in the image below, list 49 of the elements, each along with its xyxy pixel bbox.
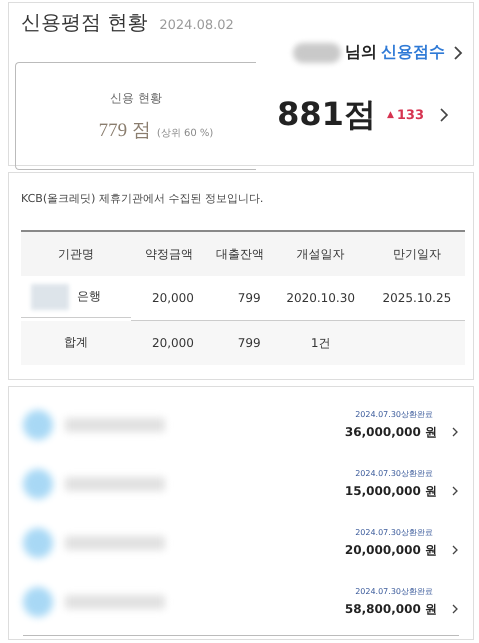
summary-score: 779 점 <box>98 118 151 142</box>
table-cell: 20,000 <box>152 291 194 305</box>
table-cell: 은행 <box>77 288 101 305</box>
blurred-avatar <box>23 528 53 558</box>
repayment-status: 2024.07.30상환완료 <box>355 408 433 420</box>
column-header: 기관명 <box>21 231 132 276</box>
table-cell: 2025.10.25 <box>382 291 452 305</box>
chevron-icon <box>451 485 459 497</box>
credit-score: 881점 <box>277 94 376 135</box>
total-cell: 1건 <box>310 336 330 350</box>
repayment-amount: 58,800,000 원 <box>344 600 437 618</box>
repayment-item[interactable]: 2024.07.30상환완료 36,000,000 원 <box>23 395 459 454</box>
date-label: 2024.08.02 <box>159 18 234 33</box>
column-header: 만기일자 <box>368 231 465 276</box>
summary-label: 신용 현황 <box>110 90 162 106</box>
column-header: 개설일자 <box>272 231 369 276</box>
repayment-status: 2024.07.30상환완료 <box>355 586 433 596</box>
total-cell: 799 <box>238 336 261 350</box>
credit-score-link[interactable]: 신용점수 <box>381 42 445 63</box>
chevron-icon[interactable] <box>439 107 449 123</box>
total-cell: 20,000 <box>152 336 194 350</box>
total-cell: 합계 <box>64 335 88 350</box>
table-cell: 799 <box>238 291 261 305</box>
blurred-avatar <box>23 586 53 616</box>
section-title: 신용평점 현황 <box>21 9 148 36</box>
blurred-avatar <box>23 468 53 498</box>
change-arrow: ▲ <box>386 110 394 120</box>
repayment-status: 2024.07.30상환완료 <box>355 526 433 538</box>
blurred-name <box>293 42 341 62</box>
score-change: 133 <box>396 108 424 122</box>
column-header: 대출잔액 <box>206 231 273 276</box>
chevron-icon <box>451 603 459 615</box>
chevron-icon[interactable] <box>453 44 463 60</box>
repayment-amount: 20,000,000 원 <box>344 542 437 558</box>
column-header: 약정금액 <box>131 231 206 276</box>
table-cell: 2020.10.30 <box>286 291 356 305</box>
chevron-icon <box>451 426 459 438</box>
info-note: KCB(올크레딧) 제휴기관에서 수집된 정보입니다. <box>21 191 264 206</box>
blurred-avatar <box>23 410 53 440</box>
repayment-item[interactable]: 2024.07.30상환완료 15,000,000 원 <box>23 454 459 513</box>
chevron-icon <box>451 544 459 556</box>
repayment-amount: 15,000,000 원 <box>344 482 437 500</box>
repayment-amount: 36,000,000 원 <box>344 424 437 440</box>
repayment-item[interactable]: 2024.07.30상환완료 20,000,000 원 <box>23 513 459 572</box>
repayment-item[interactable]: 2024.07.30상환완료 58,800,000 원 <box>23 572 459 631</box>
blurred-bank-name <box>31 284 69 310</box>
name-suffix: 님의 <box>345 42 377 63</box>
repayment-status: 2024.07.30상환완료 <box>355 468 433 478</box>
rank-label: (상위 60 %) <box>156 126 214 140</box>
